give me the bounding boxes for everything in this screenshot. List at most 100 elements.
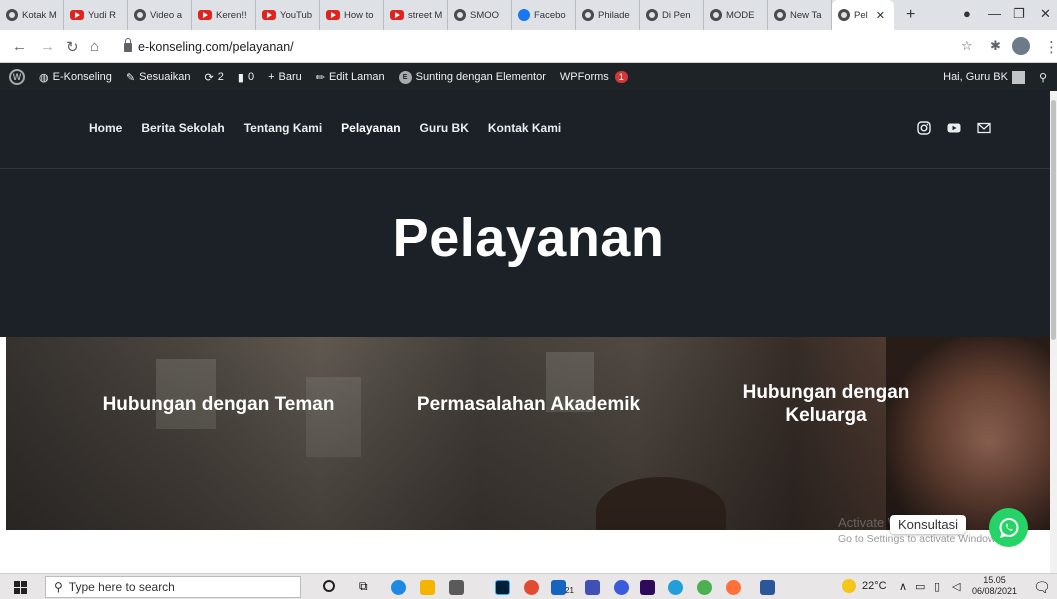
whatsapp-button[interactable] — [989, 508, 1028, 547]
task-view-icon[interactable]: ⧉ — [359, 579, 368, 594]
premiere-icon[interactable] — [640, 580, 655, 595]
browser-tab[interactable]: New Ta — [768, 0, 832, 30]
file-explorer-icon[interactable] — [420, 580, 435, 595]
mail-icon[interactable] — [551, 580, 566, 595]
volume-icon[interactable]: ◁ — [952, 580, 960, 593]
whatsapp-label[interactable]: Konsultasi — [890, 515, 966, 534]
wp-site-name-link[interactable]: ◍ E-Konseling — [32, 63, 119, 91]
reload-icon[interactable]: ↻ — [66, 38, 79, 56]
nav-item-guru-bk[interactable]: Guru BK — [420, 121, 469, 135]
nav-item-berita-sekolah[interactable]: Berita Sekolah — [141, 121, 224, 135]
browser-tab-strip: Kotak M Yudi R Video a Keren!! YouTub How to s… — [0, 0, 1057, 30]
email-icon[interactable] — [977, 121, 991, 135]
taskbar-search-placeholder: Type here to search — [68, 580, 175, 594]
wp-customize-link[interactable]: ✎ Sesuaikan — [119, 63, 198, 91]
wp-logo-button[interactable]: W — [0, 63, 32, 91]
scrollbar-thumb[interactable] — [1051, 100, 1056, 340]
wp-account-menu[interactable]: Hai, Guru BK — [936, 63, 1032, 91]
photo-overlay — [6, 337, 1057, 530]
lock-icon — [124, 38, 132, 52]
windows-start-icon[interactable] — [14, 581, 27, 594]
browser-tab[interactable]: MODE — [704, 0, 768, 30]
browser-tab[interactable]: Video a — [128, 0, 192, 30]
browser-tab[interactable]: Kotak M — [0, 0, 64, 30]
bookmark-star-icon[interactable]: ☆ — [961, 38, 973, 54]
system-tray-arrow-icon[interactable]: ∧ — [899, 580, 907, 593]
minimize-window-button[interactable]: — — [988, 6, 1001, 21]
nav-item-home[interactable]: Home — [89, 121, 122, 135]
edge-icon[interactable] — [391, 580, 406, 595]
browser-tab-label: New Ta — [790, 9, 822, 21]
browser-tab[interactable]: Facebo — [512, 0, 576, 30]
photoshop-icon[interactable] — [495, 580, 510, 595]
browser-tab-active[interactable]: Pel ✕ — [832, 0, 894, 30]
hero-section: Pelayanan — [0, 169, 1057, 337]
new-tab-button[interactable]: + — [894, 6, 927, 24]
wp-comments-link[interactable]: ▮ 0 — [231, 63, 261, 91]
wp-edit-page-link[interactable]: ✏ Edit Laman — [309, 63, 392, 91]
nav-item-pelayanan[interactable]: Pelayanan — [341, 121, 400, 135]
chrome-icon — [582, 9, 594, 21]
chrome-icon[interactable] — [524, 580, 539, 595]
cortana-icon[interactable] — [323, 580, 335, 592]
chrome-icon — [454, 9, 466, 21]
url-input[interactable]: e-konseling.com/pelayanan/ — [116, 35, 931, 58]
browser-tab-label: Keren!! — [216, 9, 247, 21]
mail-badge: 21 — [565, 586, 574, 595]
user-avatar — [1011, 70, 1025, 84]
service-card-title[interactable]: Permasalahan Akademik — [406, 393, 651, 416]
settings-app-icon[interactable] — [614, 580, 629, 595]
nav-item-tentang-kami[interactable]: Tentang Kami — [244, 121, 322, 135]
tab-search-icon[interactable]: ● — [963, 6, 971, 21]
browser-tab-label: Pel — [854, 9, 868, 21]
media-app-icon[interactable] — [585, 580, 600, 595]
nav-item-kontak-kami[interactable]: Kontak Kami — [488, 121, 561, 135]
browser-tab-label: How to — [344, 9, 374, 21]
wp-search-button[interactable]: ⚲ — [1032, 63, 1057, 91]
weather-icon[interactable] — [842, 579, 856, 593]
browser-tab[interactable]: Philade — [576, 0, 640, 30]
wp-new-link[interactable]: + Baru — [261, 63, 309, 91]
home-icon[interactable]: ⌂ — [90, 38, 99, 55]
taskbar-search-input[interactable]: ⚲ Type here to search — [45, 576, 301, 598]
wp-elementor-link[interactable]: E Sunting dengan Elementor — [392, 63, 553, 91]
weather-temp[interactable]: 22°C — [862, 580, 887, 592]
youtube-icon — [326, 10, 340, 20]
firefox-icon[interactable] — [726, 580, 741, 595]
browser-tab-label: Yudi R — [88, 9, 116, 21]
back-arrow-icon[interactable]: ← — [12, 38, 27, 55]
wp-wpforms-link[interactable]: WPForms 1 — [553, 63, 635, 91]
service-card-title[interactable]: Hubungan dengan Keluarga — [741, 381, 911, 427]
battery-icon[interactable]: ▯ — [934, 580, 940, 593]
main-navigation: Home Berita Sekolah Tentang Kami Pelayan… — [89, 121, 561, 135]
browser-tab[interactable]: YouTub — [256, 0, 320, 30]
chrome-icon[interactable] — [697, 580, 712, 595]
service-card-title[interactable]: Hubungan dengan Teman — [91, 393, 346, 416]
browser-menu-icon[interactable]: ⋮ — [1044, 38, 1057, 56]
forward-arrow-icon[interactable]: → — [40, 38, 55, 55]
notifications-icon[interactable]: 🗨 — [1033, 579, 1051, 596]
close-window-button[interactable]: ✕ — [1040, 6, 1051, 22]
wp-updates-link[interactable]: ⟳ 2 — [198, 63, 231, 91]
telegram-icon[interactable] — [668, 580, 683, 595]
extensions-icon[interactable]: ✱ — [990, 38, 1001, 54]
instagram-icon[interactable] — [917, 121, 931, 135]
clock-date: 06/08/2021 — [972, 586, 1018, 596]
store-icon[interactable] — [449, 580, 464, 595]
browser-tab[interactable]: Keren!! — [192, 0, 256, 30]
network-icon[interactable]: ▭ — [915, 580, 925, 593]
browser-tab[interactable]: street M — [384, 0, 448, 30]
maximize-window-button[interactable]: ❐ — [1013, 6, 1025, 22]
browser-tab[interactable]: Yudi R — [64, 0, 128, 30]
wp-site-name: E-Konseling — [52, 71, 112, 83]
browser-tab[interactable]: SMOO — [448, 0, 512, 30]
taskbar-clock[interactable]: 15.05 06/08/2021 — [972, 575, 1017, 597]
profile-avatar[interactable] — [1012, 37, 1030, 55]
browser-tab-label: Kotak M — [22, 9, 57, 21]
close-tab-icon[interactable]: ✕ — [876, 9, 885, 22]
word-icon[interactable] — [760, 580, 775, 595]
youtube-icon[interactable] — [947, 121, 961, 135]
wp-edit-page-label: Edit Laman — [328, 71, 385, 83]
browser-tab[interactable]: How to — [320, 0, 384, 30]
browser-tab[interactable]: Di Pen — [640, 0, 704, 30]
